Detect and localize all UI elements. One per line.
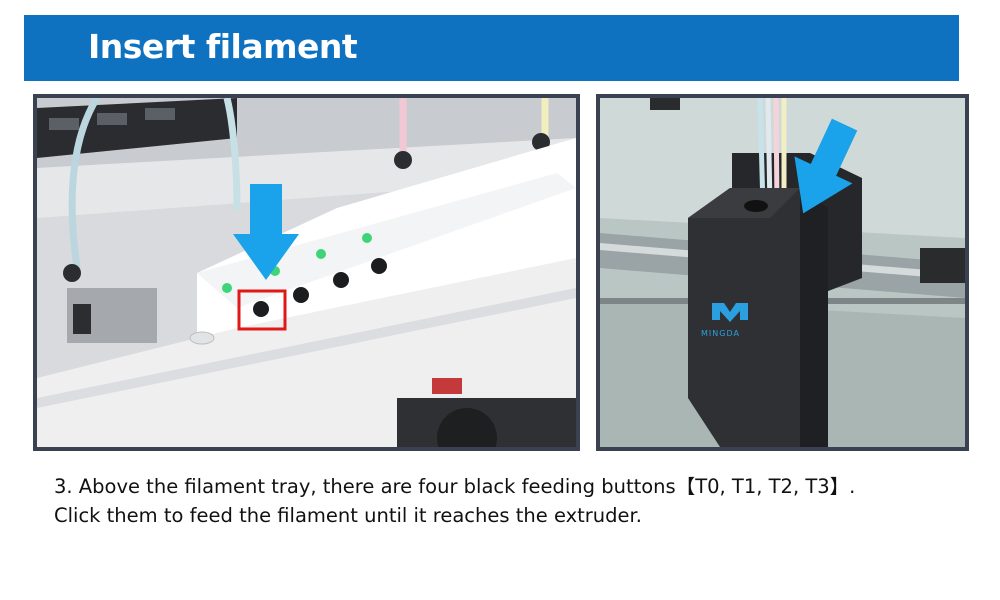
feed-button-t2: [333, 272, 349, 288]
instruction-line-2: Click them to feed the filament until it…: [54, 504, 642, 527]
instruction-line-1: 3. Above the filament tray, there are fo…: [54, 475, 856, 498]
extruder-illustration: MINGDA: [600, 98, 965, 447]
feed-button-t1: [293, 287, 309, 303]
brand-logo-text: MINGDA: [701, 329, 740, 338]
feed-button-t3: [371, 258, 387, 274]
feed-button-t0: [253, 301, 269, 317]
title-banner: Insert filament: [24, 15, 959, 81]
extruder-photo: MINGDA: [596, 94, 969, 451]
filament-tray-photo: [33, 94, 580, 451]
filament-tray-illustration: [37, 98, 576, 447]
instruction-text: 3. Above the filament tray, there are fo…: [54, 472, 954, 530]
page-title: Insert filament: [88, 27, 358, 66]
